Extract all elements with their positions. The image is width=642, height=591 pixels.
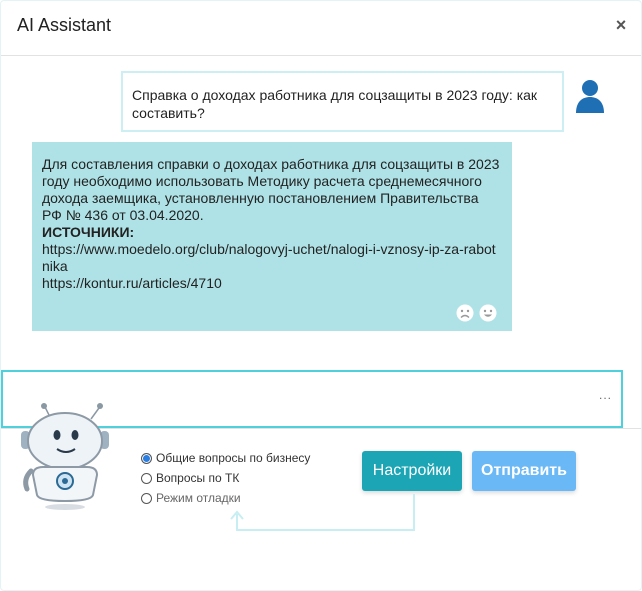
input-more-indicator: ... — [599, 388, 613, 402]
bot-answer-text: Для составления справки о доходах работн… — [42, 156, 500, 223]
sad-face-icon[interactable] — [456, 304, 474, 322]
window-title: AI Assistant — [17, 15, 112, 35]
user-avatar-icon — [576, 80, 604, 113]
mode-option-labor-code[interactable]: Вопросы по ТК — [141, 468, 310, 488]
source-link[interactable]: https://www.moedelo.org/club/nalogovyj-u… — [42, 241, 502, 275]
happy-face-icon[interactable] — [479, 304, 497, 322]
settings-button[interactable]: Настройки — [362, 451, 462, 491]
bot-message: Для составления справки о доходах работн… — [32, 142, 512, 331]
settings-connector-arrow — [230, 494, 415, 531]
mode-option-label: Вопросы по ТК — [156, 471, 240, 485]
assistant-window: AI Assistant × Справка о доходах работни… — [0, 0, 642, 591]
mode-option-label: Общие вопросы по бизнесу — [156, 451, 311, 465]
send-button[interactable]: Отправить — [472, 451, 576, 491]
source-link[interactable]: https://kontur.ru/articles/4710 — [42, 275, 502, 292]
close-icon[interactable]: × — [612, 15, 630, 35]
radio-button[interactable] — [141, 492, 152, 504]
mode-option-business[interactable]: Общие вопросы по бизнесу — [141, 448, 310, 468]
radio-button-selected[interactable] — [141, 452, 152, 464]
robot-mascot — [21, 403, 109, 510]
user-message: Справка о доходах работника для соцзащит… — [121, 71, 564, 132]
radio-button[interactable] — [141, 472, 152, 484]
window-header: AI Assistant × — [1, 1, 641, 56]
sources-title: ИСТОЧНИКИ: — [42, 224, 135, 240]
